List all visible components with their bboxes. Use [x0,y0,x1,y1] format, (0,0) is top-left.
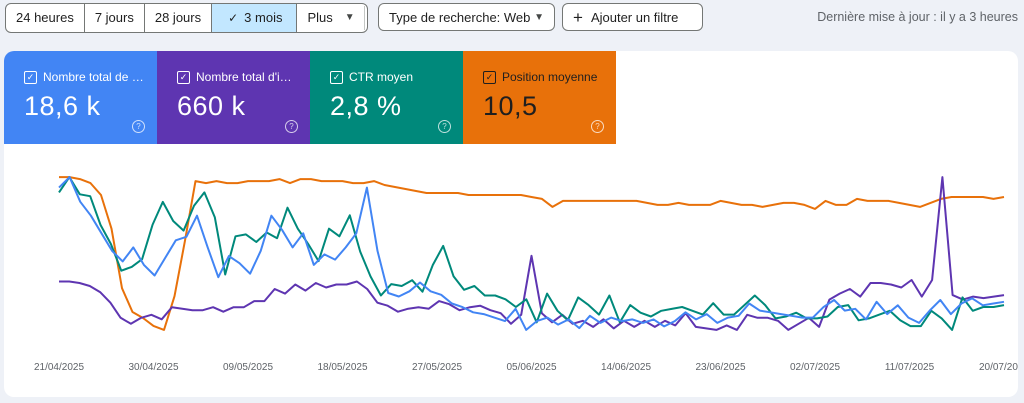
x-tick-label: 14/06/2025 [601,362,651,373]
x-tick-label: 05/06/2025 [506,362,556,373]
date-range-28d[interactable]: 28 jours [145,4,213,32]
metric-label: Position moyenne [502,70,598,84]
x-tick-label: 30/04/2025 [128,362,178,373]
plus-icon: + [573,7,583,27]
toolbar: 24 heures 7 jours 28 jours ✓ 3 mois Plus… [0,0,1024,40]
date-range-28d-label: 28 jours [154,10,202,25]
date-range-7d-label: 7 jours [94,10,134,25]
x-tick-label: 23/06/2025 [695,362,745,373]
add-filter-label: Ajouter un filtre [590,9,679,25]
chevron-down-icon: ▼ [344,12,355,23]
x-tick-label: 11/07/2025 [885,362,935,373]
help-icon[interactable]: ? [591,120,604,133]
metric-tile-impressions[interactable]: ✓ Nombre total d'im… 660 k ? [157,51,310,144]
date-range-3m-label: 3 mois [244,10,283,25]
metric-label-row: ✓ CTR moyen [330,70,452,84]
metric-label-row: ✓ Nombre total d'im… [177,70,299,84]
toolbar-divider [364,6,365,30]
checkbox-checked-icon[interactable]: ✓ [330,70,343,84]
series-line-3 [59,176,1005,331]
metric-value: 18,6 k [24,91,101,121]
metric-label: Nombre total d'im… [196,70,299,84]
performance-line-chart: 21/04/2025 30/04/2025 09/05/2025 18/05/2025… [34,176,1018,373]
metric-tile-position[interactable]: ✓ Position moyenne 10,5 ? [463,51,616,144]
date-range-24h[interactable]: 24 heures [6,4,85,32]
date-range-7d[interactable]: 7 jours [85,4,145,32]
x-tick-label: 09/05/2025 [223,362,273,373]
metric-value: 2,8 % [330,91,402,121]
checkbox-checked-icon[interactable]: ✓ [24,70,37,84]
search-type-dropdown[interactable]: Type de recherche: Web ▼ [378,3,555,31]
x-tick-label: 18/05/2025 [317,362,367,373]
metric-tile-clicks[interactable]: ✓ Nombre total de c… 18,6 k ? [4,51,157,144]
metric-value: 10,5 [483,91,538,121]
checkbox-checked-icon[interactable]: ✓ [483,70,496,84]
metric-value: 660 k [177,91,246,121]
help-icon[interactable]: ? [285,120,298,133]
x-tick-label: 20/07/2025 [979,362,1018,373]
chevron-down-icon: ▼ [534,11,544,23]
metric-tile-ctr[interactable]: ✓ CTR moyen 2,8 % ? [310,51,463,144]
performance-card: ✓ Nombre total de c… 18,6 k ? ✓ Nombre t… [4,51,1018,397]
search-type-label: Type de recherche: Web [389,9,531,25]
date-range-24h-label: 24 heures [16,10,74,25]
last-updated-text: Dernière mise à jour : il y a 3 heures [817,10,1018,24]
check-icon: ✓ [228,11,239,25]
date-range-selector: 24 heures 7 jours 28 jours ✓ 3 mois Plus… [5,3,368,33]
metric-label-row: ✓ Position moyenne [483,70,605,84]
date-range-3m[interactable]: ✓ 3 mois [212,4,298,32]
x-tick-label: 21/04/2025 [34,362,84,373]
metric-label-row: ✓ Nombre total de c… [24,70,146,84]
x-tick-label: 02/07/2025 [790,362,840,373]
checkbox-checked-icon[interactable]: ✓ [177,70,190,84]
date-range-more[interactable]: Plus ▼ [297,4,366,32]
date-range-more-label: Plus [307,10,333,25]
metric-label: Nombre total de c… [43,70,146,84]
metric-label: CTR moyen [349,70,414,84]
help-icon[interactable]: ? [132,120,145,133]
add-filter-button[interactable]: + Ajouter un filtre [562,3,703,31]
help-icon[interactable]: ? [438,120,451,133]
x-tick-label: 27/05/2025 [412,362,462,373]
